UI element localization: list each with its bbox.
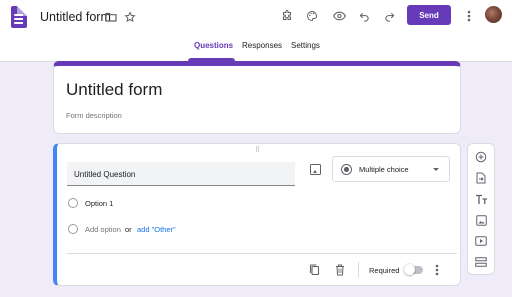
add-image-icon[interactable] <box>310 164 321 175</box>
add-other-link[interactable]: add "Other" <box>137 225 176 234</box>
palette-icon[interactable] <box>304 8 320 24</box>
add-option-link[interactable]: Add option <box>85 225 121 234</box>
more-options-icon[interactable] <box>431 262 443 278</box>
form-title[interactable]: Untitled form <box>66 80 162 100</box>
undo-icon[interactable] <box>356 8 372 24</box>
more-vert-icon[interactable] <box>462 8 476 24</box>
required-toggle[interactable] <box>404 264 423 275</box>
folder-icon[interactable] <box>104 10 118 24</box>
drag-handle-icon[interactable]: ⠿ <box>255 146 261 154</box>
header-form-title[interactable]: Untitled form <box>40 10 111 24</box>
question-card[interactable]: ⠿ Untitled Question Multiple choice Opti… <box>53 143 461 286</box>
preview-icon[interactable] <box>331 8 347 24</box>
delete-icon[interactable] <box>332 262 348 278</box>
option-1-label[interactable]: Option 1 <box>85 199 113 208</box>
forms-logo-icon[interactable] <box>11 6 27 28</box>
footer-vertical-divider <box>358 262 359 278</box>
required-label: Required <box>369 266 400 275</box>
or-text: or <box>125 225 132 234</box>
duplicate-icon[interactable] <box>306 262 322 278</box>
add-question-icon[interactable] <box>468 147 494 167</box>
tab-settings[interactable]: Settings <box>291 41 320 50</box>
chevron-down-icon <box>433 168 439 171</box>
radio-button-icon <box>341 164 352 175</box>
footer-divider <box>67 253 457 254</box>
tab-responses[interactable]: Responses <box>242 41 282 50</box>
add-image-icon[interactable] <box>468 210 494 230</box>
add-video-icon[interactable] <box>468 231 494 251</box>
star-icon[interactable] <box>122 9 138 25</box>
question-type-select[interactable]: Multiple choice <box>332 156 450 182</box>
tab-questions[interactable]: Questions <box>194 41 233 50</box>
form-description-field[interactable]: Form description <box>66 111 122 120</box>
send-button[interactable]: Send <box>407 5 451 25</box>
question-title-text: Untitled Question <box>74 170 136 179</box>
side-toolbar <box>467 143 495 275</box>
form-title-card[interactable]: Untitled form Form description <box>53 61 461 134</box>
question-title-input[interactable]: Untitled Question <box>67 162 295 186</box>
option-radio <box>68 198 78 208</box>
avatar[interactable] <box>485 6 502 23</box>
addon-icon[interactable] <box>279 8 295 24</box>
app-header: Untitled form Send Questions Responses S… <box>0 0 512 62</box>
add-section-icon[interactable] <box>468 252 494 272</box>
add-title-icon[interactable] <box>468 189 494 209</box>
add-option-radio <box>68 224 78 234</box>
import-questions-icon[interactable] <box>468 168 494 188</box>
question-type-label: Multiple choice <box>359 165 409 174</box>
redo-icon[interactable] <box>381 8 397 24</box>
